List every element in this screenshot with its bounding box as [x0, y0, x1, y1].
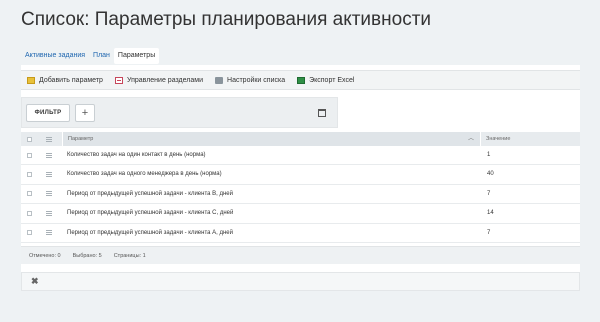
export-excel-button[interactable]: Экспорт Excel — [297, 76, 355, 84]
cell-value: 40 — [487, 171, 494, 178]
cell-value: 7 — [487, 229, 491, 236]
table-header: Параметр ︿ Значение — [21, 132, 580, 146]
sections-icon — [114, 76, 123, 84]
excel-icon — [297, 76, 306, 84]
row-checkbox[interactable] — [27, 191, 32, 197]
column-header-param-label: Параметр — [68, 136, 94, 142]
add-icon — [27, 76, 35, 84]
tab-active-tasks[interactable]: Активные задания — [21, 48, 89, 64]
row-menu-icon[interactable] — [46, 210, 52, 216]
add-filter-button[interactable]: + — [75, 104, 95, 122]
settings-icon — [215, 76, 224, 84]
cell-value: 1 — [487, 152, 491, 158]
cell-param: Период от предыдущей успешной задачи - к… — [67, 229, 233, 236]
table-row[interactable]: Период от предыдущей успешной задачи - к… — [21, 184, 580, 205]
tab-plan[interactable]: План — [89, 48, 114, 64]
select-all-checkbox[interactable] — [27, 136, 32, 142]
table-row[interactable]: Количество задач на один контакт в день … — [21, 146, 580, 166]
close-icon[interactable]: ✖ — [31, 276, 39, 287]
cell-param: Период от предыдущей успешной задачи - к… — [67, 210, 234, 217]
list-panel: Добавить параметр Управление разделами Н… — [21, 65, 580, 273]
marked-count: Отмечено: 0 — [29, 252, 61, 259]
row-menu-icon[interactable] — [46, 230, 52, 236]
filter-bar: ФИЛЬТР + — [21, 97, 338, 128]
cell-param: Количество задач на одного менеджера в д… — [67, 171, 222, 178]
tab-bar: Активные задания План Параметры — [21, 48, 160, 64]
row-checkbox[interactable] — [27, 230, 32, 236]
manage-sections-label: Управление разделами — [126, 76, 204, 84]
row-menu-icon[interactable] — [46, 191, 52, 197]
cell-param: Период от предыдущей успешной задачи - к… — [67, 190, 233, 197]
tab-parameters[interactable]: Параметры — [113, 48, 160, 64]
page-title: Список: Параметры планирования активност… — [21, 9, 432, 30]
table-row[interactable]: Количество задач на одного менеджера в д… — [21, 165, 580, 185]
calendar-icon[interactable] — [318, 109, 326, 117]
row-checkbox[interactable] — [27, 210, 32, 216]
manage-sections-button[interactable]: Управление разделами — [114, 76, 204, 84]
row-checkbox[interactable] — [27, 152, 32, 158]
list-settings-label: Настройки списка — [227, 76, 286, 84]
filter-button[interactable]: ФИЛЬТР — [26, 104, 70, 122]
grid-footer: Отмечено: 0 Выбрано: 5 Страницы: 1 — [21, 246, 580, 264]
group-action-bar: ✖ — [21, 272, 580, 291]
list-settings-button[interactable]: Настройки списка — [215, 76, 286, 84]
cell-value: 7 — [487, 190, 491, 197]
pages-count: Страницы: 1 — [113, 252, 146, 259]
toolbar: Добавить параметр Управление разделами Н… — [21, 70, 580, 90]
add-parameter-button[interactable]: Добавить параметр — [27, 76, 103, 84]
add-parameter-label: Добавить параметр — [39, 76, 103, 84]
export-excel-label: Экспорт Excel — [309, 76, 355, 84]
selected-count: Выбрано: 5 — [72, 252, 102, 259]
row-menu-icon[interactable] — [46, 152, 52, 158]
column-header-value[interactable]: Значение — [486, 132, 510, 146]
column-header-param[interactable]: Параметр ︿ — [62, 132, 481, 146]
row-checkbox[interactable] — [27, 172, 32, 178]
cell-value: 14 — [487, 210, 494, 217]
row-menu-icon[interactable] — [46, 172, 52, 178]
table-row[interactable]: Период от предыдущей успешной задачи - к… — [21, 223, 580, 243]
cell-param: Количество задач на один контакт в день … — [67, 152, 206, 158]
table-row[interactable]: Период от предыдущей успешной задачи - к… — [21, 204, 580, 224]
header-menu-icon[interactable] — [46, 136, 52, 142]
sort-chevron-up-icon[interactable]: ︿ — [468, 132, 474, 146]
data-grid: Параметр ︿ Значение Количество задач на … — [21, 132, 580, 243]
